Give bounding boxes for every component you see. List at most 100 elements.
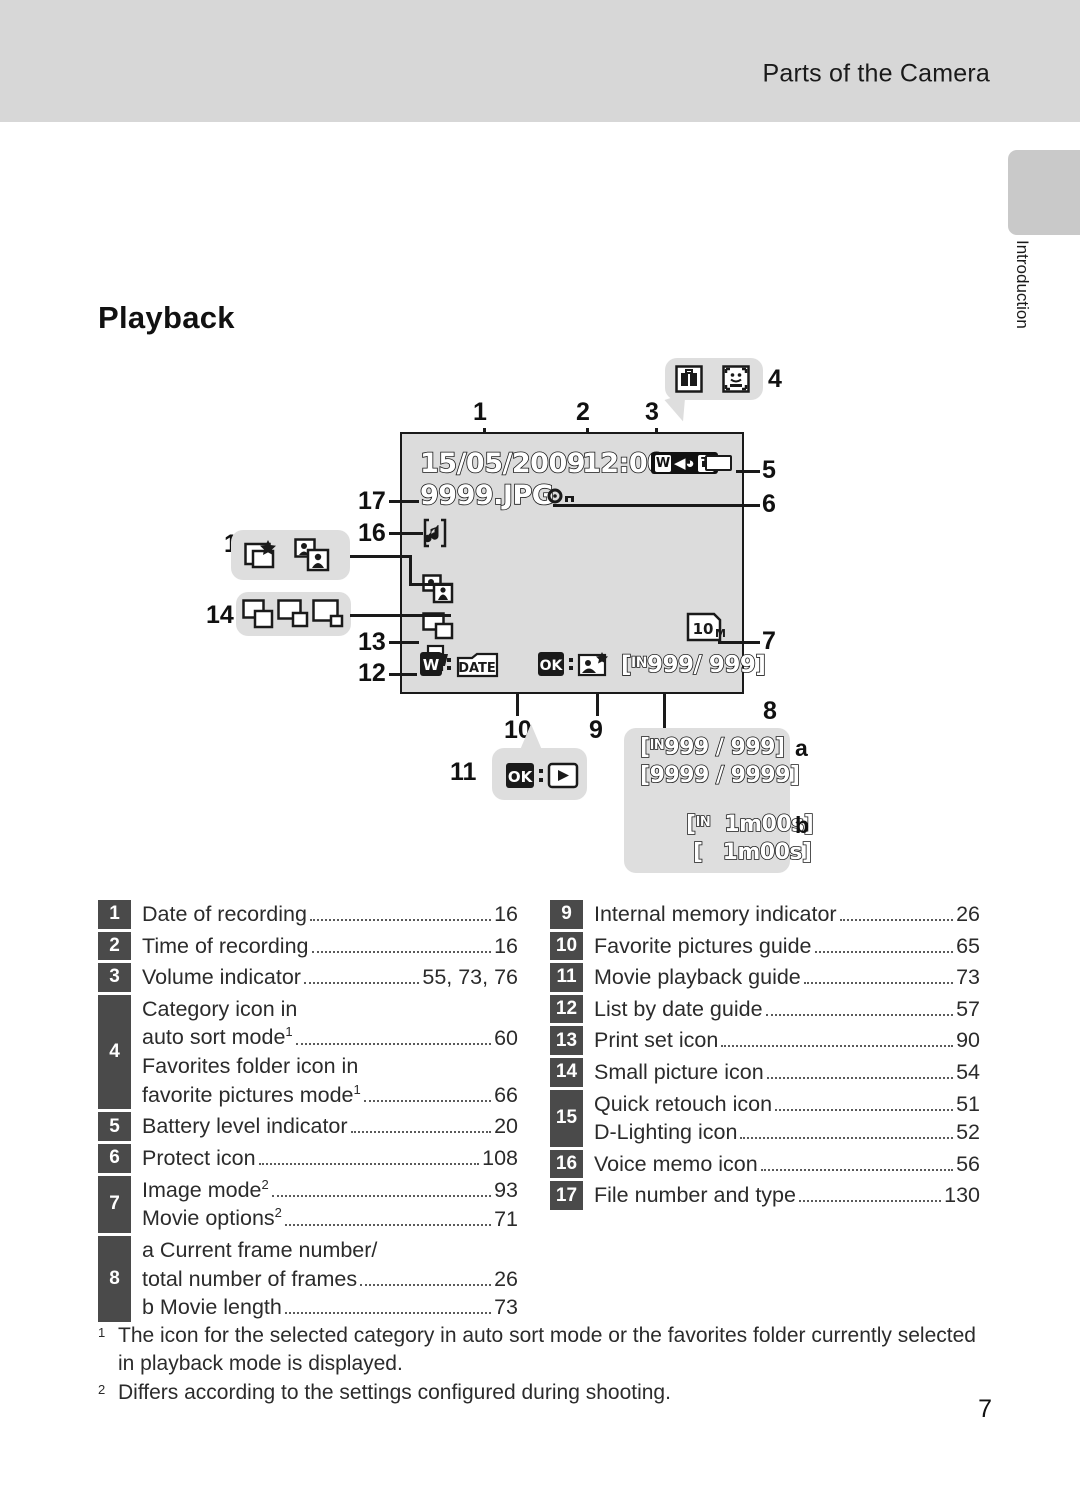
legend-item-number: 8 [98, 1236, 131, 1322]
legend-page-reference: 73 [494, 1295, 518, 1320]
small-picture-icon-small [312, 599, 344, 634]
movie-length: 1m00s [722, 839, 804, 866]
legend-item-number: 6 [98, 1144, 131, 1173]
legend-item-number: 3 [98, 963, 131, 992]
legend-item-number: 7 [98, 1175, 131, 1234]
svg-text:OK: OK [540, 658, 564, 674]
legend-entry: Battery level indicator 20 [142, 1112, 518, 1141]
legend-leader-dots [775, 1108, 954, 1111]
frame-counter-bracket-open: [ [620, 651, 632, 679]
legend-leader-dots [258, 1163, 480, 1166]
legend-entry-label: Date of recording [142, 902, 307, 926]
legend-leader-dots [803, 982, 954, 985]
page-number: 7 [978, 1395, 992, 1423]
callout-8-line-a1: [IN999 / 999] [639, 734, 786, 761]
legend-leader-dots [765, 1013, 954, 1016]
legend-item-body: List by date guide 57 [583, 995, 980, 1024]
legend-item-body: Voice memo icon 56 [583, 1150, 980, 1179]
legend-entry-label: favorite pictures mode1 [142, 1081, 361, 1107]
movie-playback-guide-icon: OK [506, 760, 580, 795]
leader-5 [736, 470, 760, 473]
legend-item-number: 15 [550, 1089, 583, 1147]
lcd-date-of-recording: 15/05/2009 [419, 447, 586, 480]
legend-item-number: 12 [550, 994, 583, 1024]
legend-leader-dots [271, 1194, 492, 1197]
callout-8-line-b2: [1m00s] [692, 839, 813, 866]
legend-entry: total number of frames 26 [142, 1265, 518, 1294]
svg-text:OK: OK [508, 768, 534, 786]
callout-number-13: 13 [358, 628, 386, 656]
legend-item-number: 10 [550, 931, 583, 961]
legend-page-reference: 57 [956, 996, 980, 1021]
legend-row: 15 Quick retouch icon 51 D-Lighting icon 52 [550, 1089, 980, 1150]
legend-row: 4 Category icon in auto sort mode1 60 Favori… [98, 994, 518, 1113]
legend-entry-label: Battery level indicator [142, 1114, 348, 1139]
legend-item-body: Image mode2 93 Movie options2 71 [131, 1176, 518, 1234]
legend-page-reference: 108 [482, 1146, 518, 1171]
footnote: 1 The icon for the selected category in a… [98, 1322, 978, 1377]
legend-leader-dots [766, 1076, 954, 1079]
legend-entry-label: Favorite pictures guide [594, 933, 812, 958]
bracket-close-a2: ] [789, 762, 801, 789]
leader-12 [389, 673, 417, 676]
legend-item-number: 13 [550, 1026, 583, 1055]
legend-row: 11 Movie playback guide 73 [550, 963, 980, 995]
bracket-close-b2: ] [801, 839, 813, 866]
legend-entry: Date of recording 16 [142, 900, 518, 929]
legend-page-reference: 73 [956, 965, 980, 990]
legend-item-body: Date of recording 16 [131, 900, 518, 929]
legend-leader-dots [721, 1045, 954, 1048]
legend-leader-dots [284, 1312, 492, 1315]
legend-page-reference: 65 [956, 933, 980, 958]
bracket-close-a1: ] [774, 734, 786, 761]
callout-number-3: 3 [645, 398, 659, 426]
legend-entry-label: Favorites folder icon in [142, 1054, 359, 1079]
legend-footnote-mark: 2 [261, 1176, 269, 1192]
legend-page-reference: 90 [956, 1028, 980, 1053]
legend-entry: a Current frame number/ [142, 1236, 518, 1265]
legend-column-right: 9 Internal memory indicator 26 10 Favorite p… [550, 900, 980, 1213]
legend-item-number: 5 [98, 1112, 131, 1142]
legend-entry-label: Image mode2 [142, 1176, 269, 1202]
playback-display-diagram: 4 1 2 3 15/05/2009 12:00 W ◀◕ T 9999.JPG [0, 0, 1080, 900]
leader-16 [389, 532, 423, 535]
legend-page-reference: 55, 73, 76 [422, 965, 518, 990]
callout-number-16: 16 [358, 519, 386, 547]
legend-leader-dots [798, 1200, 942, 1203]
legend-item-body: Print set icon 90 [583, 1026, 980, 1055]
legend-entry: Time of recording 16 [142, 932, 518, 961]
callout-number-5: 5 [762, 456, 776, 484]
legend-leader-dots [814, 950, 954, 953]
legend-item-number: 9 [550, 900, 583, 929]
legend-entry-label: List by date guide [594, 996, 763, 1021]
d-lighting-icon [422, 574, 454, 609]
legend-item-body: Internal memory indicator 26 [583, 900, 980, 929]
legend-footnote-mark: 1 [353, 1081, 361, 1097]
leader-13 [389, 641, 419, 644]
svg-text:W: W [423, 656, 440, 674]
legend-entry: Protect icon 108 [142, 1144, 518, 1173]
frame-counter-slash: / [693, 651, 709, 679]
leader-15-b [409, 555, 412, 585]
protect-key-icon [547, 486, 577, 511]
frame-counter-current: 999 [646, 651, 695, 679]
legend-row: 13 Print set icon 90 [550, 1026, 980, 1058]
legend-row: 3 Volume indicator 55, 73, 76 [98, 963, 518, 995]
legend-entry: Small picture icon 54 [594, 1058, 980, 1087]
legend-entry-label: Category icon in [142, 996, 298, 1021]
legend-entry-label: auto sort mode1 [142, 1024, 293, 1050]
legend-entry: Print set icon 90 [594, 1026, 980, 1055]
callout-sub-a: a [795, 735, 808, 761]
callout-number-12: 12 [358, 659, 386, 687]
legend-item-body: Protect icon 108 [131, 1144, 518, 1173]
legend-item-number: 1 [98, 900, 131, 929]
footnote-mark: 1 [98, 1325, 106, 1340]
legend-entry-label: File number and type [594, 1183, 796, 1208]
callout-number-4: 4 [768, 365, 782, 393]
legend-entry: Voice memo icon 56 [594, 1150, 980, 1179]
legend-page-reference: 16 [494, 902, 518, 926]
lcd-file-number-and-type: 9999.JPG [419, 479, 555, 512]
callout-sub-b: b [795, 812, 810, 838]
legend-leader-dots [284, 1223, 492, 1226]
legend-entry: Quick retouch icon 51 [594, 1090, 980, 1119]
